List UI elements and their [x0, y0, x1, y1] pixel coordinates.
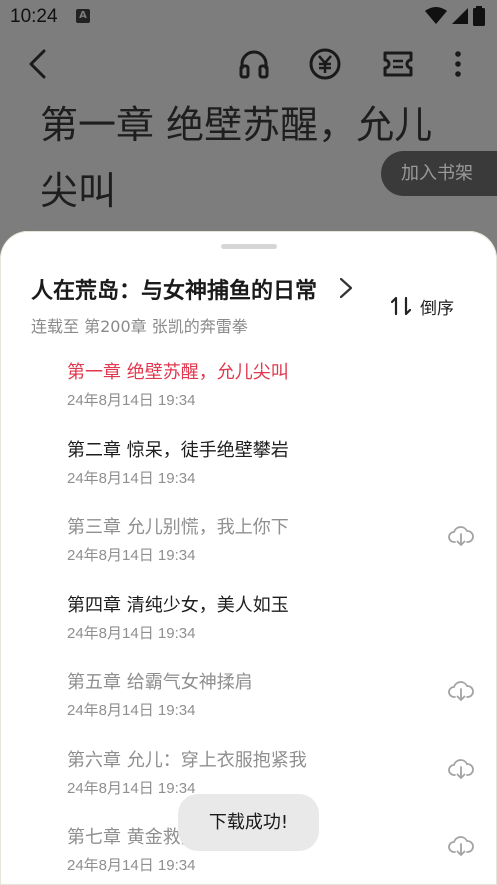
chapter-date: 24年8月14日 19:34 [67, 547, 196, 564]
reader-toolbar [0, 40, 497, 90]
chapter-item[interactable]: 第一章 绝壁苏醒，允儿尖叫 24年8月14日 19:34 [0, 358, 497, 435]
cloud-download-icon[interactable] [448, 758, 474, 780]
back-button[interactable] [18, 44, 58, 84]
toast-message: 下载成功! [178, 794, 319, 851]
chapter-title: 第六章 允儿：穿上衣服抱紧我 [67, 749, 307, 771]
more-vert-icon [455, 51, 461, 77]
signal-icon [452, 8, 468, 24]
status-time: 10:24 [10, 6, 58, 27]
headphones-icon [239, 50, 269, 79]
wifi-icon [425, 7, 447, 24]
notification-icon: A [76, 9, 90, 23]
drag-handle[interactable] [221, 244, 277, 249]
sort-icon [390, 296, 412, 316]
chapter-title: 第四章 清纯少女，美人如玉 [67, 594, 289, 616]
cloud-download-icon[interactable] [448, 525, 474, 547]
chapter-date: 24年8月14日 19:34 [67, 857, 196, 874]
chapter-item[interactable]: 第四章 清纯少女，美人如玉 24年8月14日 19:34 [0, 591, 497, 668]
listen-button[interactable] [234, 44, 274, 84]
battery-icon [473, 6, 485, 26]
serial-status: 连载至 第200章 张凯的奔雷拳 [31, 317, 248, 336]
chapter-date: 24年8月14日 19:34 [67, 702, 196, 719]
add-to-shelf-button[interactable]: 加入书架 [381, 151, 497, 196]
chevron-right-icon[interactable] [336, 276, 356, 300]
chapter-title: 第五章 给霸气女神揉肩 [67, 672, 253, 693]
ticket-icon [383, 51, 413, 77]
chapter-date: 24年8月14日 19:34 [67, 392, 196, 409]
back-icon [29, 49, 46, 79]
status-icons [425, 6, 485, 26]
sort-toggle-button[interactable]: 倒序 [390, 291, 454, 321]
chapter-item[interactable]: 第五章 给霸气女神揉肩 24年8月14日 19:34 [0, 668, 497, 745]
chapter-list-sheet: 人在荒岛：与女神捕鱼的日常 连载至 第200章 张凯的奔雷拳 倒序 第一章 绝壁… [0, 231, 497, 885]
chapter-date: 24年8月14日 19:34 [67, 624, 196, 642]
book-title[interactable]: 人在荒岛：与女神捕鱼的日常 [31, 273, 321, 305]
chapter-item[interactable]: 第三章 允儿别慌，我上你下 24年8月14日 19:34 [0, 513, 497, 590]
sort-label: 倒序 [420, 298, 454, 319]
reward-button[interactable] [305, 44, 345, 84]
yuan-coin-icon [309, 48, 341, 80]
more-button[interactable] [438, 44, 478, 84]
chapter-title: 第一章 绝壁苏醒，允儿尖叫 [67, 362, 289, 383]
chapter-item[interactable]: 第二章 惊呆，徒手绝壁攀岩 24年8月14日 19:34 [0, 436, 497, 513]
chapter-title: 第二章 惊呆，徒手绝壁攀岩 [67, 439, 289, 461]
chapter-date: 24年8月14日 19:34 [67, 469, 196, 487]
status-bar: 10:24 A [0, 0, 497, 34]
cloud-download-icon[interactable] [448, 835, 474, 857]
chapter-date: 24年8月14日 19:34 [67, 779, 196, 797]
chapter-title: 第三章 允儿别慌，我上你下 [67, 517, 289, 538]
monthly-ticket-button[interactable] [378, 44, 418, 84]
cloud-download-icon[interactable] [448, 680, 474, 702]
